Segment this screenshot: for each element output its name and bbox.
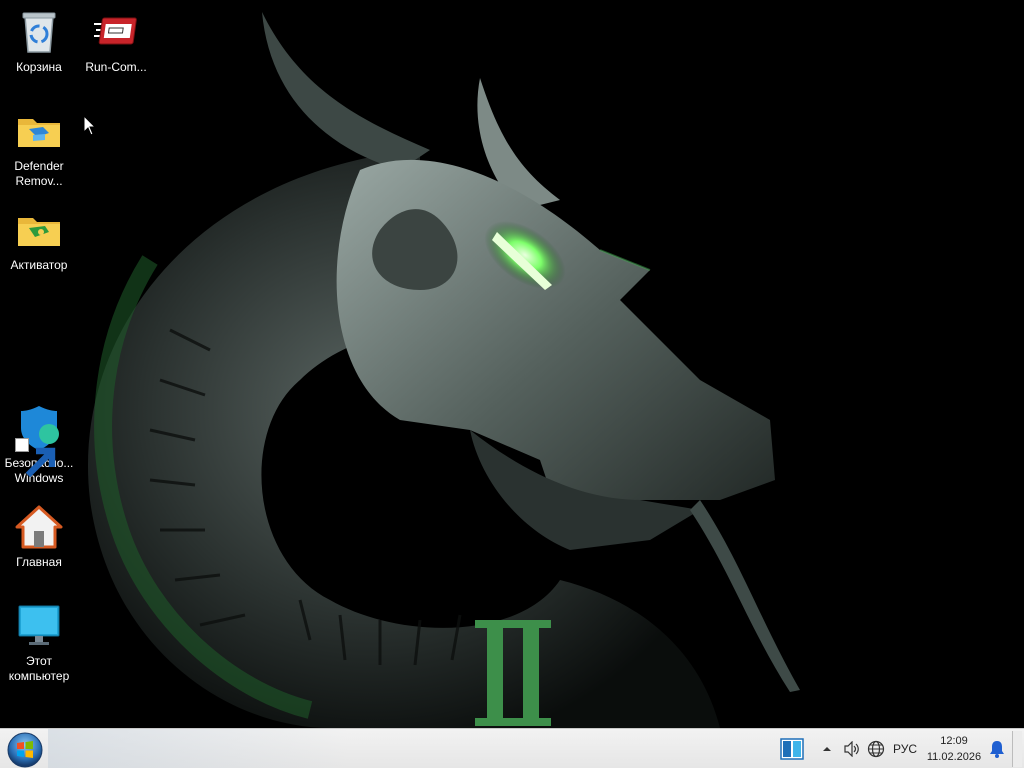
- taskbar: РУС 12:09 11.02.2026: [0, 728, 1024, 768]
- show-hidden-icons-button[interactable]: [820, 729, 834, 768]
- taskbar-apps-area: [48, 729, 348, 768]
- this-computer-shortcut[interactable]: Этот компьютер: [1, 602, 77, 684]
- desktop-icon-label: Этот компьютер: [8, 654, 70, 683]
- windows-logo-icon: [7, 732, 43, 768]
- run-command-shortcut[interactable]: Run-Com...: [78, 8, 154, 75]
- shortcut-arrow-icon: [15, 438, 56, 478]
- windows-security-shortcut[interactable]: Безопасно... Windows: [1, 404, 77, 486]
- home-shortcut[interactable]: Главная: [1, 503, 77, 570]
- desktop-icon-label: Корзина: [16, 60, 62, 74]
- language-indicator[interactable]: РУС: [890, 729, 920, 768]
- desktop-icon-label: Активатор: [10, 258, 68, 272]
- this-computer-icon: [15, 602, 63, 650]
- show-desktop-button[interactable]: [1012, 731, 1022, 767]
- clock[interactable]: 12:09 11.02.2026: [920, 729, 988, 768]
- split-window-icon: [780, 738, 804, 760]
- desktop-icon-label: Defender Remov...: [14, 159, 64, 188]
- recycle-bin-shortcut[interactable]: Корзина: [1, 8, 77, 75]
- network-button[interactable]: [864, 729, 888, 768]
- run-command-icon: [92, 8, 140, 56]
- clock-date: 11.02.2026: [926, 751, 982, 763]
- defender-remover-icon: [15, 107, 63, 155]
- desktop-wallpaper: [0, 0, 1024, 728]
- desktop-icon-label: Run-Com...: [85, 60, 147, 74]
- desktop-icon-label: Главная: [16, 555, 62, 569]
- activator-icon: [15, 206, 63, 254]
- mouse-cursor-icon: [83, 115, 97, 136]
- volume-button[interactable]: [840, 729, 864, 768]
- tray-app-button[interactable]: [778, 729, 806, 768]
- recycle-bin-icon: [15, 8, 63, 56]
- windows-security-icon: [15, 404, 63, 478]
- speaker-icon: [844, 741, 859, 757]
- notifications-button[interactable]: [986, 729, 1008, 768]
- activator-shortcut[interactable]: Активатор: [1, 206, 77, 273]
- bell-icon: [990, 741, 1004, 758]
- home-icon: [15, 503, 63, 551]
- defender-remover-shortcut[interactable]: Defender Remov...: [1, 107, 77, 189]
- clock-time: 12:09: [940, 735, 968, 747]
- start-button[interactable]: [6, 731, 44, 768]
- chevron-up-icon: [823, 747, 831, 751]
- globe-icon: [867, 740, 885, 758]
